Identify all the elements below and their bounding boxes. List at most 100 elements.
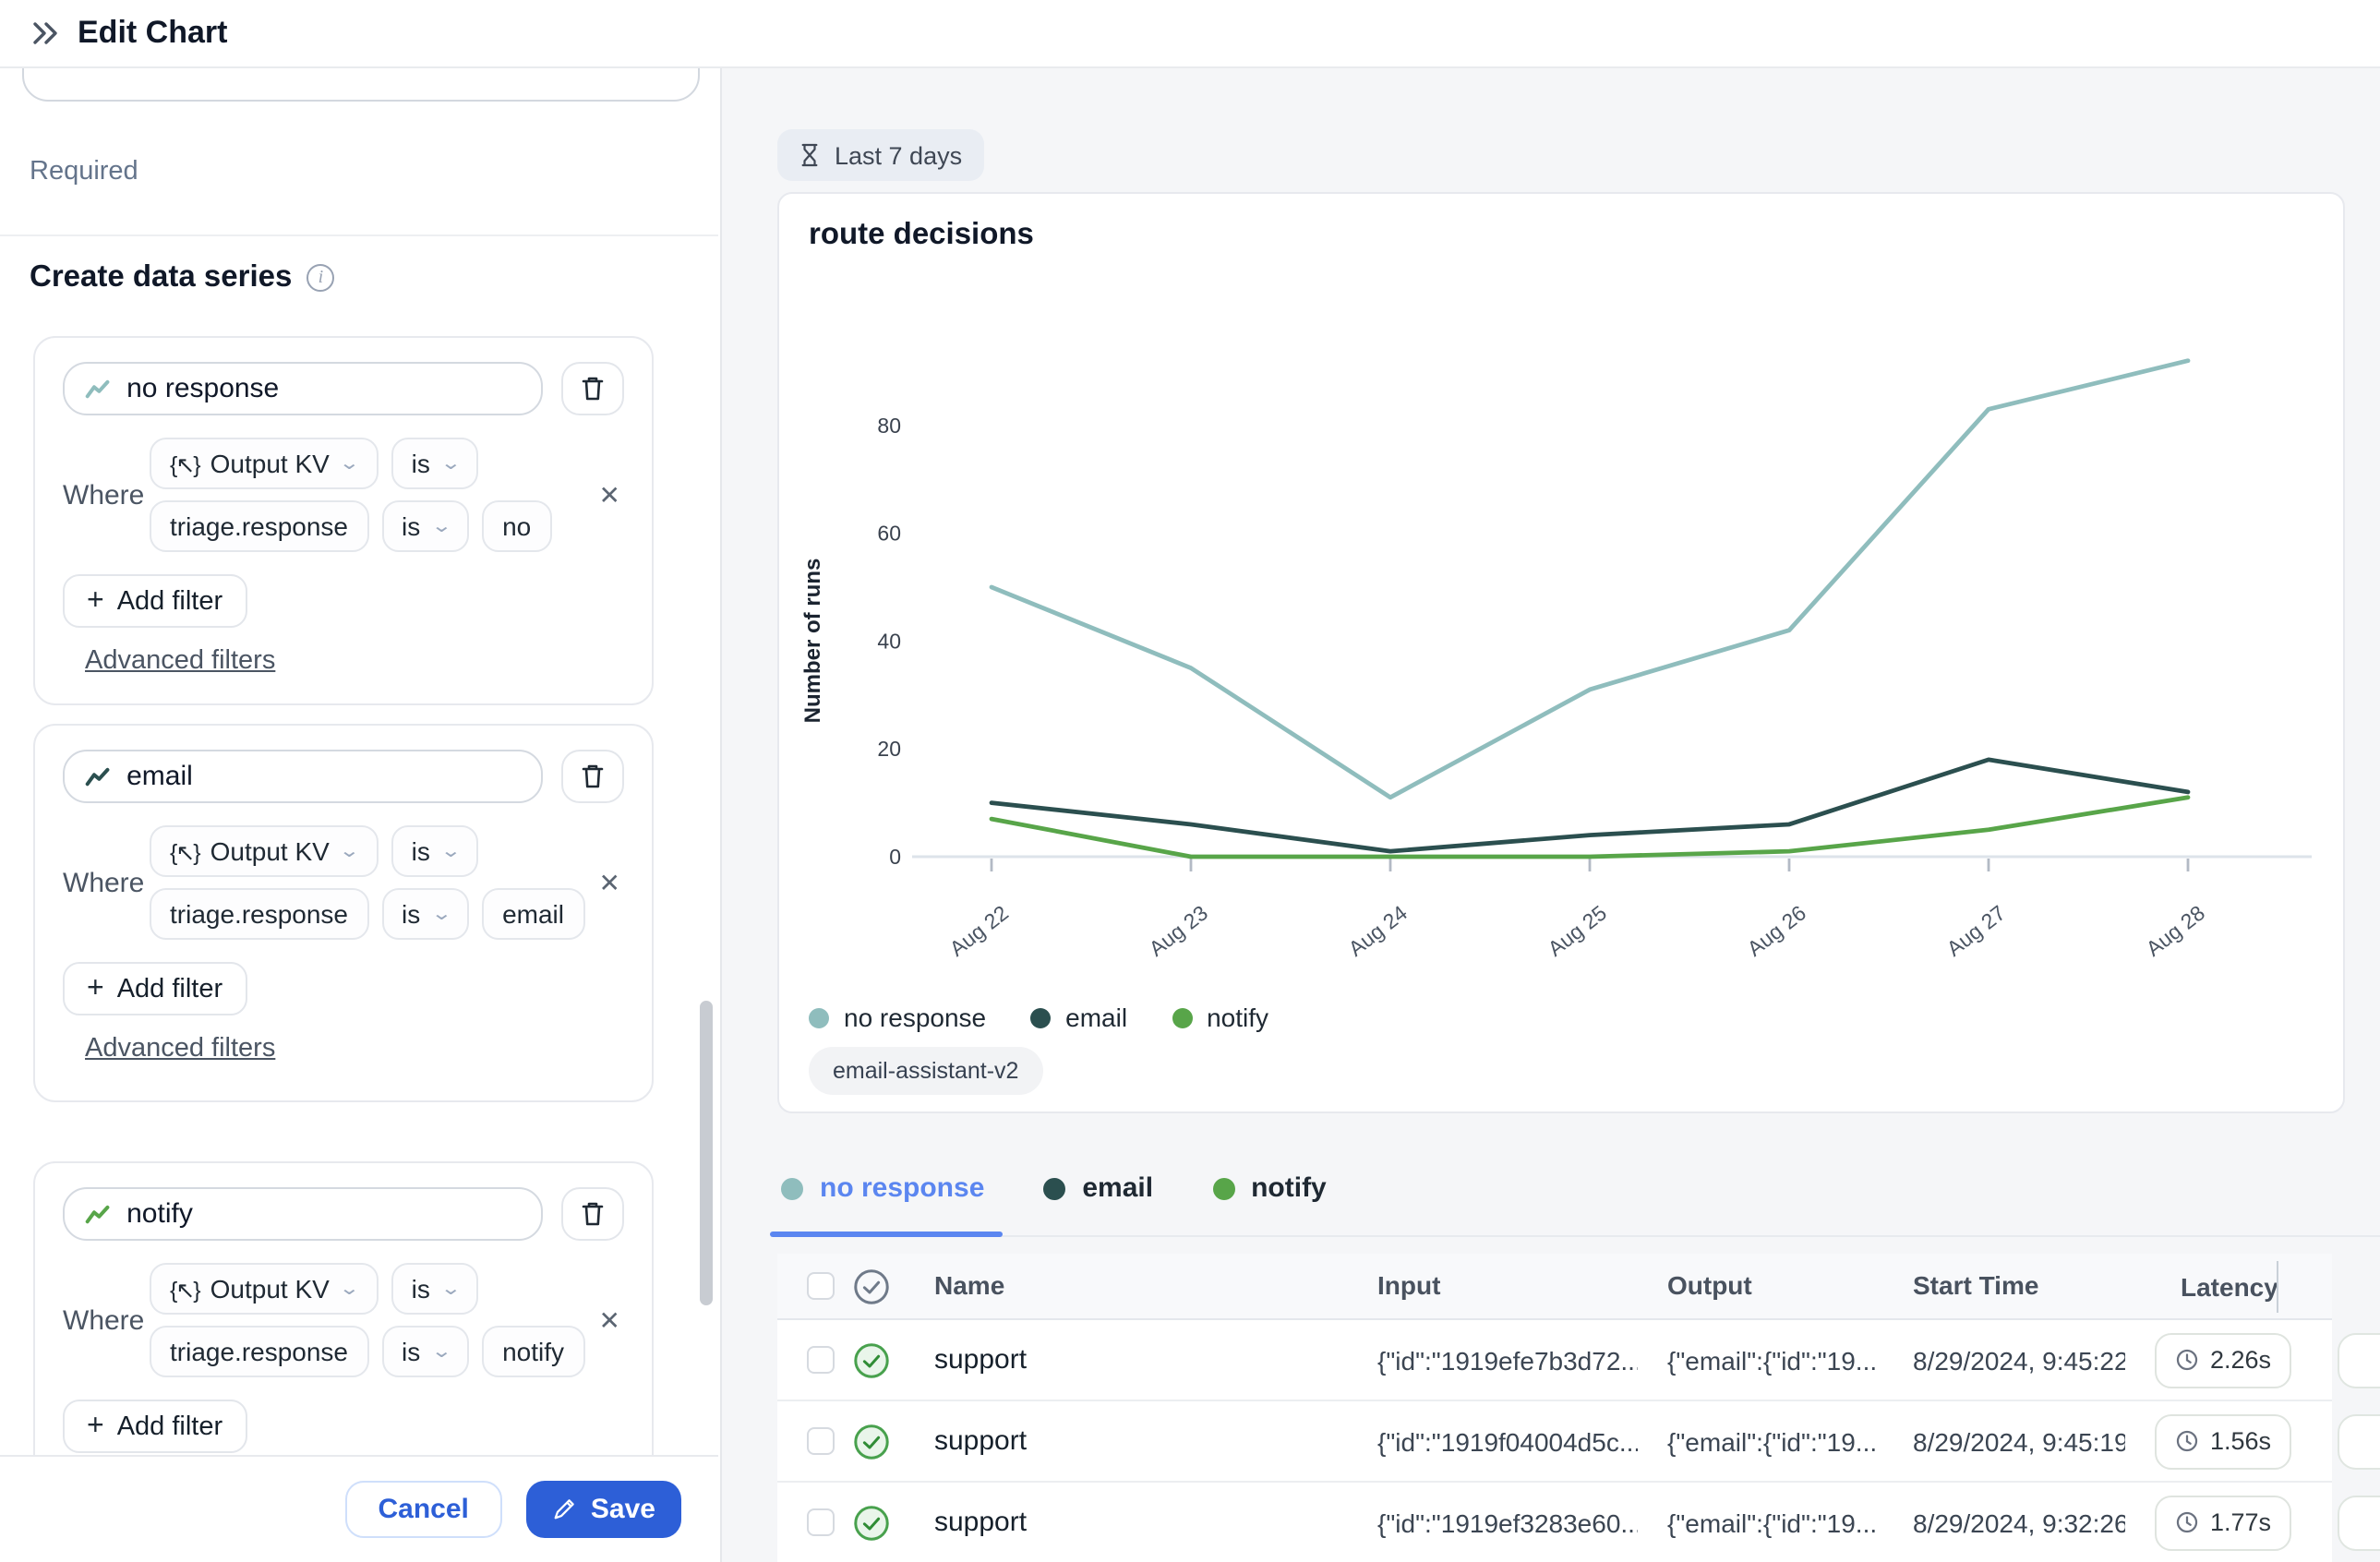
add-filter-button[interactable]: + Add filter bbox=[63, 1400, 246, 1453]
legend-item: notify bbox=[1172, 1003, 1268, 1032]
collapse-panel-icon[interactable] bbox=[31, 20, 61, 46]
latency-badge: 2.26s bbox=[2155, 1332, 2291, 1388]
cancel-button[interactable]: Cancel bbox=[345, 1481, 502, 1538]
success-status-icon bbox=[851, 1340, 892, 1380]
row-checkbox[interactable] bbox=[807, 1427, 835, 1455]
row-checkbox[interactable] bbox=[807, 1508, 835, 1536]
row-action-pill-partial[interactable] bbox=[2338, 1333, 2380, 1388]
filter-value-chip[interactable]: email bbox=[482, 888, 584, 940]
filter-operator-label: is bbox=[412, 449, 430, 478]
filter-value-chip[interactable]: notify bbox=[482, 1326, 584, 1377]
column-header-start-time[interactable]: Start Time bbox=[1913, 1269, 2038, 1299]
sidebar-footer: Cancel Save bbox=[0, 1455, 718, 1562]
table-row[interactable]: support {"id":"1919efe7b3d72... {"email"… bbox=[777, 1320, 2332, 1401]
sidebar-scrollbar-thumb[interactable] bbox=[700, 1001, 713, 1305]
row-action-pill-partial[interactable] bbox=[2338, 1496, 2380, 1551]
table-row[interactable]: support {"id":"1919ef3283e60... {"email"… bbox=[777, 1483, 2332, 1562]
latency-value: 1.56s bbox=[2210, 1427, 2271, 1455]
filter-field-chip[interactable]: {↖} Output KV ⌄ bbox=[150, 825, 379, 877]
row-action-pill-partial[interactable] bbox=[2338, 1414, 2380, 1470]
chevron-down-icon: ⌄ bbox=[440, 841, 462, 861]
advanced-filters-link[interactable]: Advanced filters bbox=[85, 1034, 275, 1063]
active-tab-underline bbox=[770, 1232, 1003, 1237]
filter-value-chip[interactable]: no bbox=[482, 500, 551, 552]
section-title: Create data series bbox=[30, 260, 292, 295]
trash-icon bbox=[580, 375, 606, 403]
filter-key-operator-label: is bbox=[402, 1337, 420, 1366]
filter-operator-chip[interactable]: is ⌄ bbox=[391, 825, 479, 877]
run-name[interactable]: support bbox=[934, 1506, 1027, 1537]
tab-notify[interactable]: notify bbox=[1208, 1145, 1330, 1235]
hourglass-icon bbox=[799, 142, 820, 168]
filter-operator-chip[interactable]: is ⌄ bbox=[391, 1263, 479, 1315]
add-filter-button[interactable]: + Add filter bbox=[63, 574, 246, 628]
column-header-output[interactable]: Output bbox=[1667, 1269, 1752, 1299]
delete-series-button[interactable] bbox=[561, 1187, 624, 1241]
project-tag[interactable]: email-assistant-v2 bbox=[809, 1047, 1042, 1095]
add-filter-label: Add filter bbox=[117, 586, 222, 616]
remove-filter-icon[interactable]: ✕ bbox=[595, 1301, 624, 1340]
status-check-icon bbox=[851, 1266, 892, 1306]
tab-email[interactable]: email bbox=[1040, 1145, 1157, 1235]
route-decisions-chart: Aug 22Aug 23Aug 24Aug 25Aug 26Aug 27Aug … bbox=[779, 194, 2347, 988]
remove-filter-icon[interactable]: ✕ bbox=[595, 475, 624, 514]
chevron-down-icon: ⌄ bbox=[440, 453, 462, 474]
svg-text:Aug 23: Aug 23 bbox=[1145, 900, 1212, 960]
save-label: Save bbox=[591, 1494, 655, 1525]
advanced-filters-link[interactable]: Advanced filters bbox=[85, 646, 275, 676]
chart-title: route decisions bbox=[809, 218, 1034, 253]
series-name-input[interactable] bbox=[126, 1198, 521, 1230]
series-name-field[interactable] bbox=[63, 750, 543, 803]
chart-name-input-partial[interactable] bbox=[22, 68, 700, 102]
row-checkbox[interactable] bbox=[807, 1346, 835, 1374]
filter-key-operator-chip[interactable]: is ⌄ bbox=[381, 888, 469, 940]
filter-field-chip[interactable]: {↖} Output KV ⌄ bbox=[150, 438, 379, 489]
remove-filter-icon[interactable]: ✕ bbox=[595, 863, 624, 902]
filter-key-operator-chip[interactable]: is ⌄ bbox=[381, 1326, 469, 1377]
add-filter-label: Add filter bbox=[117, 1412, 222, 1441]
legend-item: no response bbox=[809, 1003, 986, 1032]
filter-operator-chip[interactable]: is ⌄ bbox=[391, 438, 479, 489]
info-icon[interactable]: i bbox=[307, 264, 334, 292]
filter-key-chip[interactable]: triage.response bbox=[150, 888, 368, 940]
add-filter-button[interactable]: + Add filter bbox=[63, 962, 246, 1015]
run-input: {"id":"1919f04004d5c... bbox=[1377, 1426, 1638, 1456]
filter-field-chip[interactable]: {↖} Output KV ⌄ bbox=[150, 1263, 379, 1315]
pencil-icon bbox=[552, 1497, 576, 1521]
plus-icon: + bbox=[87, 1410, 104, 1443]
chevron-down-icon: ⌄ bbox=[430, 1341, 451, 1362]
tab-no-response[interactable]: no response bbox=[777, 1145, 988, 1235]
series-name-input[interactable] bbox=[126, 761, 521, 792]
column-header-latency[interactable]: Latency bbox=[2181, 1271, 2278, 1301]
series-card-no-response: Where {↖} Output KV ⌄ is ⌄ bbox=[33, 336, 654, 705]
run-output: {"email":{"id":"19... bbox=[1667, 1426, 1883, 1456]
series-tabs: no response email notify bbox=[777, 1145, 2380, 1237]
filter-field-label: Output KV bbox=[210, 1274, 330, 1304]
table-row[interactable]: support {"id":"1919f04004d5c... {"email"… bbox=[777, 1401, 2332, 1483]
delete-series-button[interactable] bbox=[561, 362, 624, 415]
delete-series-button[interactable] bbox=[561, 750, 624, 803]
column-header-input[interactable]: Input bbox=[1377, 1269, 1440, 1299]
legend-dot bbox=[1030, 1007, 1051, 1027]
save-button[interactable]: Save bbox=[526, 1481, 681, 1538]
filter-operator-label: is bbox=[412, 836, 430, 866]
filter-key-operator-label: is bbox=[402, 511, 420, 541]
filter-value-label: no bbox=[502, 511, 531, 541]
filter-key-chip[interactable]: triage.response bbox=[150, 500, 368, 552]
tab-label: email bbox=[1082, 1172, 1153, 1204]
series-name-input[interactable] bbox=[126, 373, 521, 404]
svg-text:Aug 22: Aug 22 bbox=[945, 900, 1013, 960]
svg-text:20: 20 bbox=[877, 737, 901, 761]
run-name[interactable]: support bbox=[934, 1343, 1027, 1375]
filter-key-operator-chip[interactable]: is ⌄ bbox=[381, 500, 469, 552]
series-dot bbox=[1212, 1177, 1234, 1199]
run-start-time: 8/29/2024, 9:45:19 ... bbox=[1913, 1426, 2125, 1456]
run-name[interactable]: support bbox=[934, 1424, 1027, 1456]
column-header-name[interactable]: Name bbox=[934, 1269, 1004, 1299]
run-output: {"email":{"id":"19... bbox=[1667, 1508, 1883, 1537]
series-name-field[interactable] bbox=[63, 362, 543, 415]
time-range-selector[interactable]: Last 7 days bbox=[777, 129, 984, 181]
series-name-field[interactable] bbox=[63, 1187, 543, 1241]
filter-key-chip[interactable]: triage.response bbox=[150, 1326, 368, 1377]
select-all-checkbox[interactable] bbox=[807, 1272, 835, 1300]
